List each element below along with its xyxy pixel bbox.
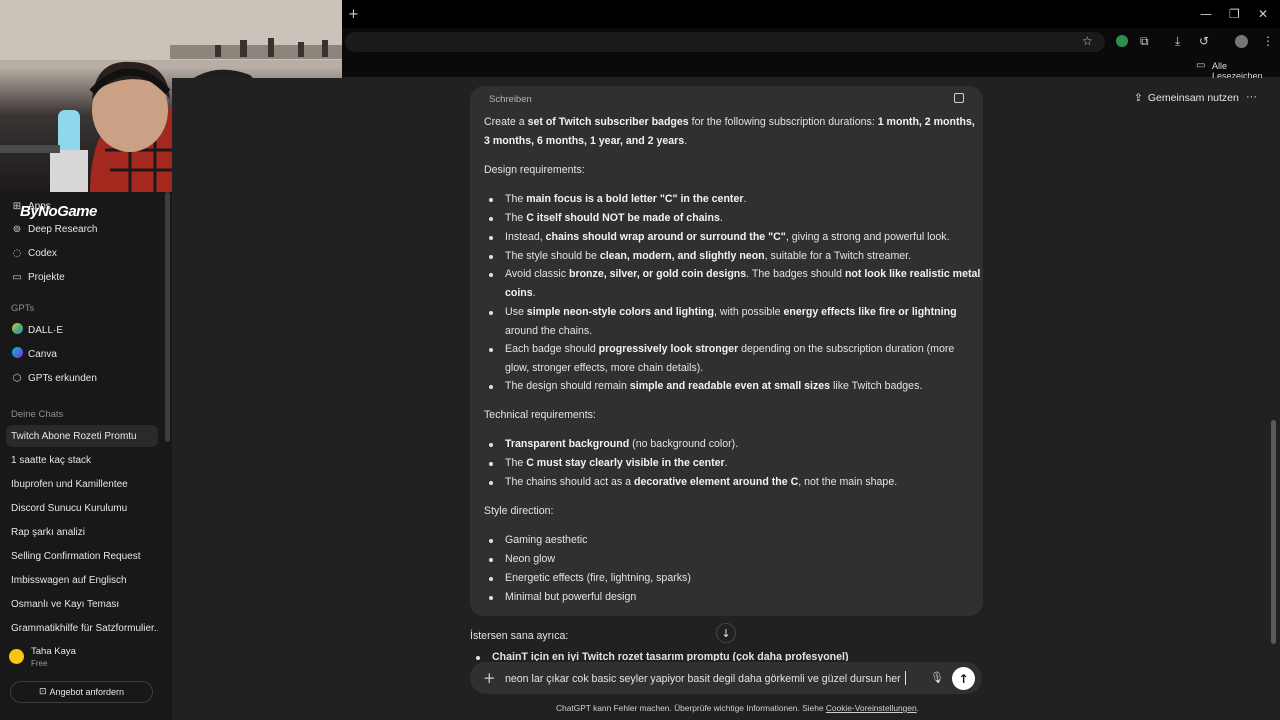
design-item: Use simple neon-style colors and lightin… [505, 306, 957, 318]
chats-heading: Deine Chats [11, 409, 64, 420]
design-item: Each badge should progressively look str… [505, 343, 955, 355]
chat-item[interactable]: Twitch Abone Rozeti Promtu [6, 425, 158, 447]
footer-disclaimer: ChatGPT kann Fehler machen. Überprüfe wi… [556, 703, 919, 713]
tech-item: The C must stay clearly visible in the c… [505, 457, 728, 469]
new-tab-button[interactable]: + [348, 8, 359, 21]
codex-icon: ◌ [12, 247, 22, 259]
canva-logo-icon [11, 347, 23, 361]
extension-icon[interactable] [1116, 35, 1128, 47]
user-avatar[interactable] [9, 649, 24, 664]
share-button[interactable]: ⇪ Gemeinsam nutzen [1134, 92, 1239, 104]
style-item: Neon glow [505, 553, 556, 565]
sidebar-item-dalle[interactable]: DALL·E [6, 319, 158, 341]
gpts-heading: GPTs [11, 303, 35, 314]
user-name: Taha Kaya [31, 646, 76, 657]
extensions-puzzle-icon[interactable]: ⧉ [1140, 35, 1149, 47]
intro-line-2: 3 months, 6 months, 1 year, and 2 years. [484, 135, 688, 147]
tech-item: The chains should act as a decorative el… [505, 476, 898, 488]
tech-item: Transparent background (no background co… [505, 438, 739, 450]
scroll-down-button[interactable]: ↓ [716, 623, 736, 643]
design-item: Instead, chains should wrap around or su… [505, 231, 950, 243]
style-item: Energetic effects (fire, lightning, spar… [505, 572, 691, 584]
bullet [489, 481, 493, 485]
arrow-up-icon: ↑ [958, 671, 969, 686]
reply-item: ChainT için en iyi Twitch rozet tasarım … [492, 651, 849, 661]
bullet [489, 348, 493, 352]
main-scrollbar[interactable] [1271, 420, 1276, 644]
design-item: The design should remain simple and read… [505, 380, 923, 392]
reply-intro: İstersen sana ayrıca: [470, 630, 569, 642]
chat-item[interactable]: Discord Sunucu Kurulumu [6, 497, 158, 519]
folder-icon: ▭ [1196, 60, 1206, 71]
design-item-cont: around the chains. [505, 325, 593, 337]
cookie-settings-link[interactable]: Cookie-Voreinstellungen [826, 703, 917, 713]
minimize-button[interactable]: — [1200, 8, 1212, 20]
copy-icon[interactable] [954, 93, 964, 103]
share-icon: ⇪ [1134, 92, 1143, 104]
bullet [489, 462, 493, 466]
bullet [489, 236, 493, 240]
bullet [489, 596, 493, 600]
text-cursor [905, 671, 906, 685]
bullet [489, 558, 493, 562]
browser-menu-icon[interactable]: ⋮ [1262, 35, 1274, 47]
chat-item[interactable]: Rap şarkı analizi [6, 521, 158, 543]
bookmark-star-icon[interactable]: ☆ [1082, 35, 1093, 47]
dalle-logo-icon [11, 323, 23, 337]
sidebar-item-deep-research[interactable]: ⊚ Deep Research [6, 218, 158, 240]
tech-heading: Technical requirements: [484, 409, 596, 421]
bullet [489, 385, 493, 389]
chat-item[interactable]: Osmanlı ve Kayı Teması [6, 593, 158, 615]
intro-line-1: Create a set of Twitch subscriber badges… [484, 116, 975, 128]
message-label: Schreiben [489, 94, 532, 105]
telescope-icon: ⊚ [12, 223, 22, 235]
style-item: Gaming aesthetic [505, 534, 588, 546]
sidebar-item-codex[interactable]: ◌ Codex [6, 242, 158, 264]
bullet [476, 656, 480, 660]
bullet [489, 198, 493, 202]
cube-icon: ⬡ [12, 372, 22, 384]
microphone-icon[interactable]: 🎙 [930, 671, 944, 684]
design-item: Avoid classic bronze, silver, or gold co… [505, 268, 981, 280]
design-item-cont: coins. [505, 287, 536, 299]
upgrade-button[interactable]: ⊡ Angebot anfordern [10, 681, 153, 703]
bullet [489, 577, 493, 581]
bullet [489, 443, 493, 447]
bullet [489, 217, 493, 221]
history-icon[interactable]: ↺ [1199, 35, 1209, 47]
chat-item[interactable]: Selling Confirmation Request [6, 545, 158, 567]
style-heading: Style direction: [484, 505, 554, 517]
design-heading: Design requirements: [484, 164, 585, 176]
restore-button[interactable]: ❐ [1229, 8, 1240, 20]
chat-item[interactable]: Ibuprofen und Kamillentee [6, 473, 158, 495]
prompt-input[interactable]: neon lar çıkar cok basic seyler yapiyor … [505, 673, 905, 685]
download-icon[interactable]: ⤓ [1175, 35, 1180, 47]
sidebar-item-projects[interactable]: ▭ Projekte [6, 266, 158, 288]
channel-logo: ByNoGame [20, 203, 97, 220]
send-button[interactable]: ↑ [952, 667, 975, 690]
more-options-button[interactable]: ··· [1246, 91, 1257, 103]
sidebar-item-canva[interactable]: Canva [6, 343, 158, 365]
sidebar-item-explore-gpts[interactable]: ⬡ GPTs erkunden [6, 367, 158, 389]
design-item: The C itself should NOT be made of chain… [505, 212, 723, 224]
user-plan: Free [31, 659, 48, 668]
bullet [489, 539, 493, 543]
folder-icon: ▭ [12, 271, 22, 283]
address-bar[interactable] [345, 32, 1105, 52]
bullet [489, 255, 493, 259]
profile-avatar[interactable] [1235, 35, 1248, 48]
chat-item[interactable]: 1 saatte kaç stack [6, 449, 158, 471]
close-window-button[interactable]: ✕ [1258, 8, 1268, 20]
design-item: The main focus is a bold letter "C" in t… [505, 193, 747, 205]
sidebar-scrollbar[interactable] [165, 192, 170, 442]
style-item: Minimal but powerful design [505, 591, 637, 603]
design-item: The style should be clean, modern, and s… [505, 250, 912, 262]
gift-icon: ⊡ [38, 687, 47, 697]
chat-item[interactable]: Imbisswagen auf Englisch [6, 569, 158, 591]
bullet [489, 273, 493, 277]
design-item-cont: glow, stronger effects, more chain detai… [505, 362, 704, 374]
bullet [489, 311, 493, 315]
chat-item[interactable]: Grammatikhilfe für Satzformulier... [6, 617, 158, 639]
plus-icon[interactable]: + [483, 670, 496, 686]
